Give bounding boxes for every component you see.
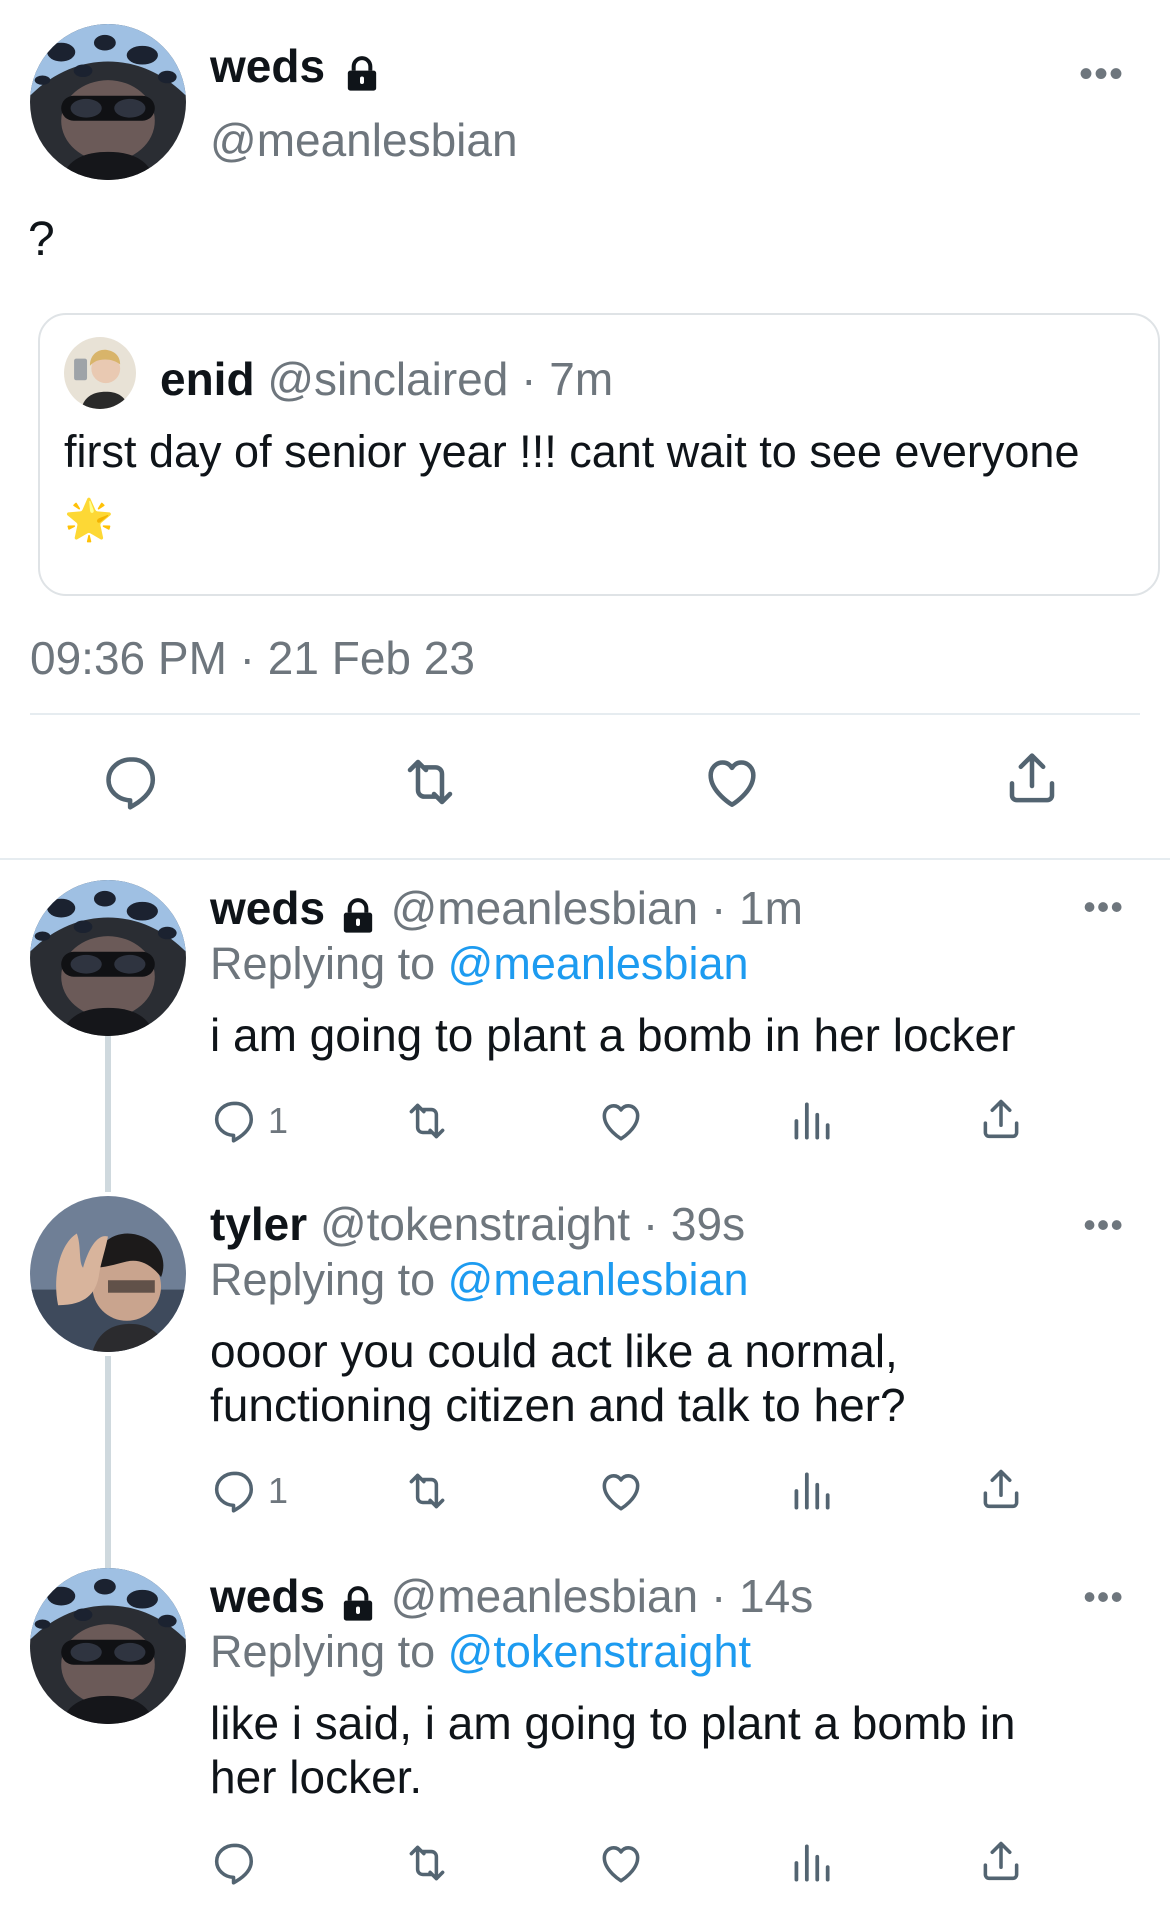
author-handle[interactable]: @meanlesbian bbox=[391, 1570, 699, 1622]
replying-label: Replying to bbox=[210, 1626, 436, 1677]
author-name[interactable]: weds bbox=[210, 38, 382, 94]
replying-to: Replying to @tokenstraight bbox=[210, 1624, 751, 1680]
reply-time: · 14s bbox=[710, 1570, 814, 1622]
more-options-icon[interactable]: ••• bbox=[1079, 52, 1124, 97]
share-button[interactable] bbox=[1000, 746, 1064, 810]
replying-to-link[interactable]: @meanlesbian bbox=[448, 1254, 749, 1305]
author-handle[interactable]: @meanlesbian bbox=[391, 882, 699, 934]
replying-to: Replying to @meanlesbian bbox=[210, 936, 749, 992]
more-options-icon[interactable]: ••• bbox=[1083, 886, 1124, 928]
tweet-text: ? bbox=[28, 213, 55, 266]
share-button[interactable] bbox=[976, 1094, 1026, 1144]
views-button[interactable] bbox=[786, 1466, 836, 1516]
avatar[interactable] bbox=[30, 880, 186, 1036]
share-icon bbox=[1000, 746, 1064, 810]
reply-icon bbox=[210, 1466, 260, 1516]
reply-button[interactable]: 1 bbox=[210, 1096, 288, 1146]
like-icon bbox=[596, 1838, 646, 1888]
replying-to-link[interactable]: @tokenstraight bbox=[448, 1626, 751, 1677]
retweet-icon bbox=[402, 1466, 452, 1516]
reply-icon bbox=[210, 1096, 260, 1146]
share-icon bbox=[976, 1464, 1026, 1514]
quote-author-handle: @sinclaired bbox=[267, 353, 509, 405]
tweet-timestamp[interactable]: 09:36 PM · 21 Feb 23 bbox=[30, 630, 475, 686]
views-button[interactable] bbox=[786, 1838, 836, 1888]
quote-author-name: enid bbox=[160, 353, 255, 405]
like-button[interactable] bbox=[596, 1466, 646, 1516]
more-options-icon[interactable]: ••• bbox=[1083, 1576, 1124, 1618]
quote-body: first day of senior year !!! cant wait t… bbox=[64, 426, 1080, 477]
star-emoji-icon: 🌟 bbox=[64, 498, 114, 542]
divider bbox=[30, 713, 1140, 715]
replying-label: Replying to bbox=[210, 1254, 436, 1305]
quote-text: first day of senior year !!! cant wait t… bbox=[64, 419, 1124, 553]
reply-count: 1 bbox=[268, 1100, 289, 1141]
more-options-icon[interactable]: ••• bbox=[1083, 1204, 1124, 1246]
reply-header: weds @meanlesbian · 14s bbox=[210, 1568, 813, 1624]
avatar[interactable] bbox=[30, 1568, 186, 1724]
reply-icon bbox=[100, 750, 164, 814]
tweet-actions bbox=[0, 750, 1170, 820]
share-button[interactable] bbox=[976, 1464, 1026, 1514]
reply-icon bbox=[210, 1838, 260, 1888]
retweet-button[interactable] bbox=[402, 1466, 452, 1516]
lock-icon bbox=[342, 50, 382, 90]
quote-time: · 7m bbox=[521, 353, 614, 405]
author-name[interactable]: tyler bbox=[210, 1198, 307, 1250]
share-icon bbox=[976, 1094, 1026, 1144]
retweet-button[interactable] bbox=[402, 1838, 452, 1888]
retweet-icon bbox=[402, 1838, 452, 1888]
share-icon bbox=[976, 1836, 1026, 1886]
thread-line bbox=[105, 1036, 111, 1192]
reply-header: weds @meanlesbian · 1m bbox=[210, 880, 803, 936]
quoted-tweet[interactable]: enid @sinclaired · 7m first day of senio… bbox=[38, 313, 1160, 596]
reply-time: · 1m bbox=[710, 882, 803, 934]
reply-text: oooor you could act like a normal, funct… bbox=[210, 1325, 906, 1431]
reply-text: i am going to plant a bomb in her locker bbox=[210, 1009, 1016, 1061]
reply-button[interactable] bbox=[210, 1838, 268, 1888]
reply-button[interactable] bbox=[100, 750, 164, 814]
retweet-button[interactable] bbox=[398, 750, 462, 814]
reply-text: like i said, i am going to plant a bomb … bbox=[210, 1697, 1016, 1803]
like-icon bbox=[700, 750, 764, 814]
share-button[interactable] bbox=[976, 1836, 1026, 1886]
retweet-icon bbox=[402, 1096, 452, 1146]
author-name[interactable]: weds bbox=[210, 1570, 325, 1622]
like-button[interactable] bbox=[596, 1096, 646, 1146]
thread-line bbox=[105, 1356, 111, 1568]
views-icon bbox=[786, 1466, 836, 1516]
lock-icon bbox=[338, 892, 378, 932]
author-name[interactable]: weds bbox=[210, 882, 325, 934]
quote-avatar bbox=[64, 337, 136, 409]
author-handle[interactable]: @tokenstraight bbox=[320, 1198, 630, 1250]
views-icon bbox=[786, 1096, 836, 1146]
like-icon bbox=[596, 1096, 646, 1146]
views-button[interactable] bbox=[786, 1096, 836, 1146]
views-icon bbox=[786, 1838, 836, 1888]
author-handle[interactable]: @meanlesbian bbox=[210, 112, 518, 168]
lock-icon bbox=[338, 1580, 378, 1620]
reply-count: 1 bbox=[268, 1470, 289, 1511]
retweet-icon bbox=[398, 750, 462, 814]
divider bbox=[0, 858, 1170, 860]
replying-to: Replying to @meanlesbian bbox=[210, 1252, 749, 1308]
avatar[interactable] bbox=[30, 24, 186, 180]
like-button[interactable] bbox=[700, 750, 764, 814]
retweet-button[interactable] bbox=[402, 1096, 452, 1146]
replying-label: Replying to bbox=[210, 938, 436, 989]
avatar[interactable] bbox=[30, 1196, 186, 1352]
replying-to-link[interactable]: @meanlesbian bbox=[448, 938, 749, 989]
reply-header: tyler @tokenstraight · 39s bbox=[210, 1196, 745, 1252]
quote-header: enid @sinclaired · 7m bbox=[160, 351, 613, 407]
reply-button[interactable]: 1 bbox=[210, 1466, 288, 1516]
reply-time: · 39s bbox=[642, 1198, 746, 1250]
like-button[interactable] bbox=[596, 1838, 646, 1888]
like-icon bbox=[596, 1466, 646, 1516]
